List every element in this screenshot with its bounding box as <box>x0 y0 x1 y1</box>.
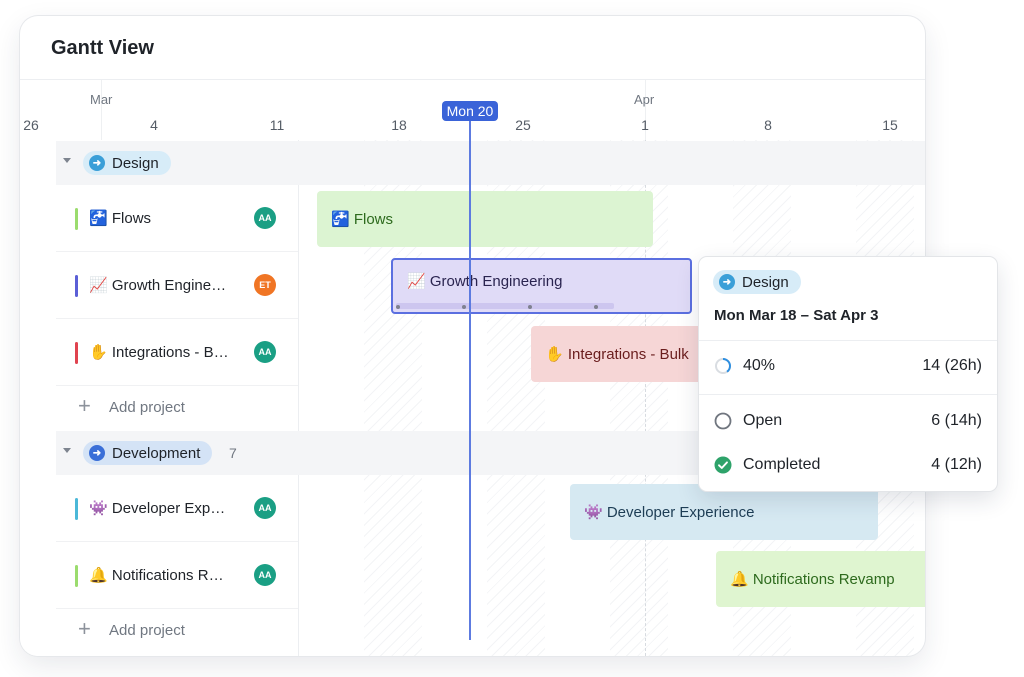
avatar[interactable]: AA <box>254 207 276 229</box>
group-row-design[interactable]: ➜ Design <box>56 141 925 185</box>
popover-group-name: Design <box>742 273 789 291</box>
today-marker: Mon 20 <box>442 101 498 121</box>
arrow-right-icon: ➜ <box>89 155 105 171</box>
popover-open-row: Open 6 (14h) <box>714 409 982 433</box>
project-row-notifications[interactable]: 🔔 Notifications Revamp AA <box>56 542 298 609</box>
popover-progress-row: 40% 14 (26h) <box>714 354 982 378</box>
project-color-bar <box>75 275 78 297</box>
project-color-bar <box>75 208 78 230</box>
arrow-right-icon: ➜ <box>89 445 105 461</box>
add-project-label: Add project <box>109 399 185 416</box>
completed-count: 4 (12h) <box>931 456 982 473</box>
progress-count: 14 (26h) <box>922 357 982 374</box>
day-label: 1 <box>641 117 649 133</box>
open-count: 6 (14h) <box>931 412 982 429</box>
month-label: Apr <box>634 92 655 107</box>
project-name: ✋ Integrations - Bulk <box>89 344 231 361</box>
group-name: Development <box>112 444 201 462</box>
gantt-bar-notifications[interactable]: 🔔 Notifications Revamp <box>716 551 925 607</box>
open-label: Open <box>743 412 783 429</box>
project-color-bar <box>75 498 78 520</box>
progress-percent: 40% <box>743 357 776 374</box>
avatar[interactable]: ET <box>254 274 276 296</box>
group-count: 7 <box>229 445 237 461</box>
project-color-bar <box>75 342 78 364</box>
add-project-button[interactable]: + Add project <box>56 609 298 653</box>
progress-dot <box>528 305 532 309</box>
avatar[interactable]: AA <box>254 564 276 586</box>
month-label: Mar <box>90 92 113 107</box>
progress-fill <box>396 303 615 309</box>
avatar[interactable]: AA <box>254 341 276 363</box>
completed-label: Completed <box>743 456 821 473</box>
gantt-bar-growth-engineering[interactable]: 📈 Growth Engineering <box>391 258 692 314</box>
project-name: 🚰 Flows <box>89 210 152 227</box>
avatar[interactable]: AA <box>254 497 276 519</box>
today-line <box>469 121 471 640</box>
group-summary-popover: ➜ Design Mon Mar 18 – Sat Apr 3 40% 14 (… <box>699 257 997 491</box>
gantt-bar-label: 📈 Growth Engineering <box>407 273 563 290</box>
project-row-growth-engineering[interactable]: 📈 Growth Engineering ET <box>56 252 298 319</box>
day-label: 8 <box>764 117 772 133</box>
progress-track <box>396 303 687 309</box>
day-label: 4 <box>150 117 158 133</box>
group-pill-design: ➜ Design <box>83 151 171 175</box>
day-label: 18 <box>391 117 407 133</box>
progress-dot <box>396 305 400 309</box>
day-label: 15 <box>882 117 898 133</box>
group-name: Design <box>112 154 159 172</box>
check-circle-icon <box>714 456 732 474</box>
project-row-developer-experience[interactable]: 👾 Developer Experience AA <box>56 475 298 542</box>
progress-dot <box>462 305 466 309</box>
collapse-caret-icon[interactable] <box>63 158 71 163</box>
project-name: 👾 Developer Experience <box>89 500 231 517</box>
add-project-button[interactable]: + Add project <box>56 386 298 430</box>
arrow-right-icon: ➜ <box>719 274 735 290</box>
project-name: 🔔 Notifications Revamp <box>89 567 231 584</box>
collapse-caret-icon[interactable] <box>63 448 71 453</box>
plus-icon: + <box>78 616 91 641</box>
gantt-bar-developer-experience[interactable]: 👾 Developer Experience <box>570 484 878 540</box>
progress-dot <box>594 305 598 309</box>
project-color-bar <box>75 565 78 587</box>
week-divider <box>101 80 102 140</box>
day-label: 26 <box>23 117 39 133</box>
day-label: 25 <box>515 117 531 133</box>
add-project-label: Add project <box>109 622 185 639</box>
gantt-bar-flows[interactable]: 🚰 Flows <box>317 191 653 247</box>
project-name: 📈 Growth Engineering <box>89 277 231 294</box>
plus-icon: + <box>78 393 91 418</box>
popover-date-range: Mon Mar 18 – Sat Apr 3 <box>714 307 879 324</box>
divider <box>699 340 997 341</box>
page-title: Gantt View <box>51 37 154 59</box>
project-row-flows[interactable]: 🚰 Flows AA <box>56 185 298 252</box>
group-pill-development: ➜ Development <box>83 441 213 465</box>
progress-ring-icon <box>715 358 731 374</box>
open-circle-icon <box>714 412 732 430</box>
divider <box>699 394 997 395</box>
project-row-integrations[interactable]: ✋ Integrations - Bulk AA <box>56 319 298 386</box>
popover-group-pill: ➜ Design <box>713 270 801 294</box>
day-label: 11 <box>269 117 285 133</box>
popover-completed-row: Completed 4 (12h) <box>714 453 982 477</box>
